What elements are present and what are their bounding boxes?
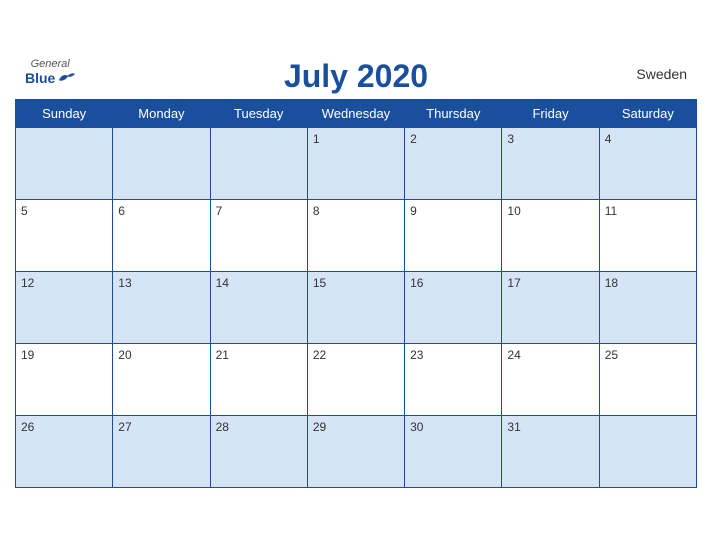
day-cell-20: 20: [113, 343, 210, 415]
day-number-1: 1: [313, 132, 320, 146]
logo-blue: Blue: [25, 70, 75, 86]
day-number-31: 31: [507, 420, 520, 434]
day-cell-30: 30: [405, 415, 502, 487]
day-cell-10: 10: [502, 199, 599, 271]
day-number-22: 22: [313, 348, 326, 362]
day-number-17: 17: [507, 276, 520, 290]
day-number-14: 14: [216, 276, 229, 290]
logo-bird-icon: [57, 71, 75, 85]
day-number-26: 26: [21, 420, 34, 434]
day-cell-6: 6: [113, 199, 210, 271]
header-wednesday: Wednesday: [307, 99, 404, 127]
day-cell-27: 27: [113, 415, 210, 487]
day-number-6: 6: [118, 204, 125, 218]
empty-cell: [210, 127, 307, 199]
logo-general: General: [31, 58, 70, 70]
day-number-19: 19: [21, 348, 34, 362]
day-cell-29: 29: [307, 415, 404, 487]
calendar-header: General Blue July 2020 Sweden: [15, 58, 697, 95]
day-cell-16: 16: [405, 271, 502, 343]
day-number-16: 16: [410, 276, 423, 290]
day-number-7: 7: [216, 204, 223, 218]
day-number-27: 27: [118, 420, 131, 434]
day-number-15: 15: [313, 276, 326, 290]
day-number-29: 29: [313, 420, 326, 434]
day-number-28: 28: [216, 420, 229, 434]
day-number-13: 13: [118, 276, 131, 290]
empty-cell: [113, 127, 210, 199]
empty-cell: [599, 415, 696, 487]
day-cell-9: 9: [405, 199, 502, 271]
day-cell-18: 18: [599, 271, 696, 343]
day-number-18: 18: [605, 276, 618, 290]
calendar-title: July 2020: [284, 58, 428, 95]
weekday-header-row: Sunday Monday Tuesday Wednesday Thursday…: [16, 99, 697, 127]
day-number-3: 3: [507, 132, 514, 146]
day-cell-21: 21: [210, 343, 307, 415]
day-cell-11: 11: [599, 199, 696, 271]
week-row-3: 12 13 14 15 16 17 18: [16, 271, 697, 343]
header-friday: Friday: [502, 99, 599, 127]
week-row-5: 26 27 28 29 30 31: [16, 415, 697, 487]
day-cell-15: 15: [307, 271, 404, 343]
day-number-23: 23: [410, 348, 423, 362]
header-saturday: Saturday: [599, 99, 696, 127]
day-cell-24: 24: [502, 343, 599, 415]
header-tuesday: Tuesday: [210, 99, 307, 127]
day-cell-23: 23: [405, 343, 502, 415]
day-number-25: 25: [605, 348, 618, 362]
day-cell-8: 8: [307, 199, 404, 271]
day-cell-26: 26: [16, 415, 113, 487]
header-thursday: Thursday: [405, 99, 502, 127]
week-row-4: 19 20 21 22 23 24 25: [16, 343, 697, 415]
day-cell-31: 31: [502, 415, 599, 487]
calendar-wrapper: General Blue July 2020 Sweden Sunday Mon…: [0, 48, 712, 503]
day-cell-14: 14: [210, 271, 307, 343]
logo-area: General Blue: [25, 58, 75, 86]
day-cell-22: 22: [307, 343, 404, 415]
day-cell-7: 7: [210, 199, 307, 271]
day-number-4: 4: [605, 132, 612, 146]
header-sunday: Sunday: [16, 99, 113, 127]
calendar-table: Sunday Monday Tuesday Wednesday Thursday…: [15, 99, 697, 488]
day-cell-12: 12: [16, 271, 113, 343]
day-cell-1: 1: [307, 127, 404, 199]
day-number-24: 24: [507, 348, 520, 362]
day-number-12: 12: [21, 276, 34, 290]
day-cell-28: 28: [210, 415, 307, 487]
country-label: Sweden: [636, 66, 687, 82]
week-row-1: 1 2 3 4: [16, 127, 697, 199]
day-number-10: 10: [507, 204, 520, 218]
day-cell-2: 2: [405, 127, 502, 199]
day-number-30: 30: [410, 420, 423, 434]
day-number-2: 2: [410, 132, 417, 146]
empty-cell: [16, 127, 113, 199]
day-number-21: 21: [216, 348, 229, 362]
day-cell-19: 19: [16, 343, 113, 415]
header-monday: Monday: [113, 99, 210, 127]
day-cell-17: 17: [502, 271, 599, 343]
day-cell-13: 13: [113, 271, 210, 343]
day-number-11: 11: [605, 204, 617, 218]
day-number-5: 5: [21, 204, 28, 218]
day-number-20: 20: [118, 348, 131, 362]
day-cell-25: 25: [599, 343, 696, 415]
day-cell-4: 4: [599, 127, 696, 199]
day-cell-3: 3: [502, 127, 599, 199]
day-number-9: 9: [410, 204, 417, 218]
week-row-2: 5 6 7 8 9 10 11: [16, 199, 697, 271]
day-number-8: 8: [313, 204, 320, 218]
day-cell-5: 5: [16, 199, 113, 271]
